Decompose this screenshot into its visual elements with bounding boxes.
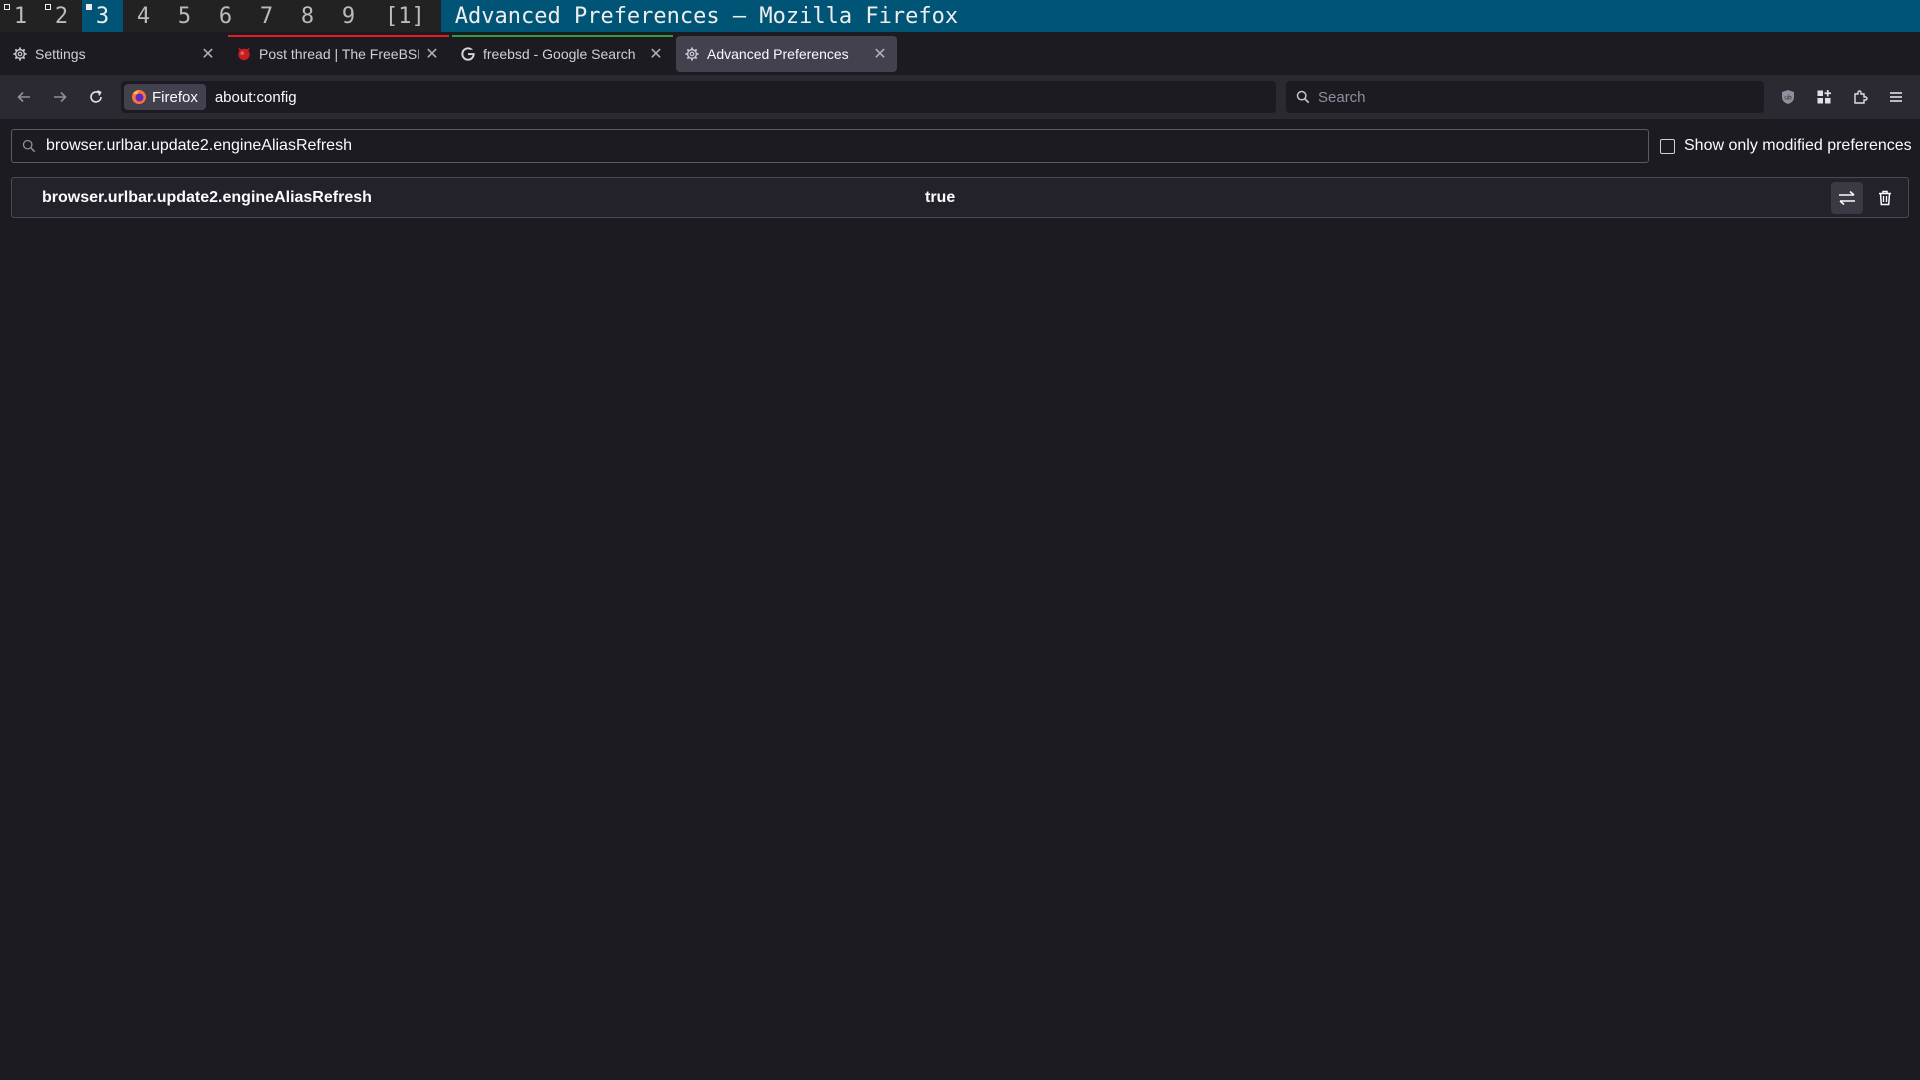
window-title: Advanced Preferences — Mozilla Firefox <box>454 3 959 29</box>
puzzle-icon <box>1854 90 1868 104</box>
forward-button[interactable] <box>42 81 78 113</box>
workspace-occupied-marker <box>4 4 10 10</box>
tab-google-search[interactable]: freebsd - Google Search ✕ <box>452 34 673 72</box>
workspace-7[interactable]: 7 <box>246 0 287 32</box>
tab-strip: Settings ✕ Post thread | The FreeBSD ✕ f… <box>0 32 1920 75</box>
workspace-label: 4 <box>136 3 151 29</box>
gear-icon <box>684 46 700 62</box>
url-bar[interactable]: Firefox about:config <box>121 81 1276 113</box>
trash-icon <box>1879 190 1891 206</box>
tab-advanced-preferences[interactable]: Advanced Preferences ✕ <box>676 35 897 72</box>
workspace-label: 9 <box>341 3 356 29</box>
workspace-4[interactable]: 4 <box>123 0 164 32</box>
show-modified-toggle[interactable]: Show only modified preferences <box>1660 137 1912 155</box>
show-modified-checkbox[interactable] <box>1660 138 1675 154</box>
close-icon[interactable]: ✕ <box>199 45 217 63</box>
close-icon[interactable]: ✕ <box>423 45 441 63</box>
preferences-table: browser.urlbar.update2.engineAliasRefres… <box>11 177 1909 218</box>
workspace-6[interactable]: 6 <box>205 0 246 32</box>
tab-label: Post thread | The FreeBSD <box>259 45 419 62</box>
arrow-right-icon <box>54 91 67 103</box>
tab-label: Advanced Preferences <box>707 45 849 62</box>
about-config-page: browser.urlbar.update2.engineAliasRefres… <box>0 119 1920 1080</box>
tab-settings[interactable]: Settings ✕ <box>4 36 225 72</box>
workspace-3[interactable]: 3 <box>82 0 123 32</box>
table-row[interactable]: browser.urlbar.update2.engineAliasRefres… <box>12 178 1908 217</box>
search-placeholder: Search <box>1318 88 1366 106</box>
workspace-2[interactable]: 2 <box>41 0 82 32</box>
back-button[interactable] <box>6 81 42 113</box>
workspace-8[interactable]: 8 <box>287 0 328 32</box>
tab-label: Settings <box>35 45 86 62</box>
toggle-button[interactable] <box>1831 182 1863 214</box>
url-text[interactable]: about:config <box>215 89 297 106</box>
tab-label: freebsd - Google Search <box>483 45 636 62</box>
firefox-icon <box>132 90 146 104</box>
app-menu-button[interactable] <box>1878 81 1914 113</box>
layout-indicator[interactable]: [1] <box>369 0 441 32</box>
tab-post-thread[interactable]: Post thread | The FreeBSD ✕ <box>228 34 449 72</box>
google-icon <box>460 46 476 62</box>
workspace-9[interactable]: 9 <box>328 0 369 32</box>
workspace-label: 7 <box>259 3 274 29</box>
tab-container-indicator <box>452 34 673 37</box>
reload-button[interactable] <box>78 81 114 113</box>
gear-icon <box>12 46 28 62</box>
arrow-left-icon <box>17 91 30 103</box>
workspace-occupied-marker <box>45 4 51 10</box>
workspace-label: 3 <box>95 3 110 29</box>
identity-box[interactable]: Firefox <box>124 84 206 110</box>
extensions-button[interactable] <box>1842 81 1878 113</box>
hamburger-menu-icon <box>1890 92 1902 102</box>
navigation-toolbar: Firefox about:config Search ub <box>0 75 1920 119</box>
freebsd-icon <box>236 46 252 62</box>
preference-search-input[interactable]: browser.urlbar.update2.engineAliasRefres… <box>11 129 1649 163</box>
grid-plus-icon <box>1817 90 1831 104</box>
show-modified-label: Show only modified preferences <box>1684 137 1912 154</box>
workspace-list: 1 2 3 4 5 6 7 8 9 <box>0 0 369 32</box>
workspace-label: 8 <box>300 3 315 29</box>
toggle-arrows-icon <box>1839 190 1855 206</box>
ublock-button[interactable]: ub <box>1770 81 1806 113</box>
identity-label: Firefox <box>152 88 198 106</box>
close-icon[interactable]: ✕ <box>871 45 889 63</box>
workspace-label: 6 <box>218 3 233 29</box>
tab-container-indicator <box>228 34 449 37</box>
workspace-5[interactable]: 5 <box>164 0 205 32</box>
extensions-grid-button[interactable] <box>1806 81 1842 113</box>
workspace-label: 1 <box>13 3 28 29</box>
search-bar[interactable]: Search <box>1286 81 1764 113</box>
reload-icon <box>90 90 102 103</box>
workspace-1[interactable]: 1 <box>0 0 41 32</box>
svg-text:ub: ub <box>1784 95 1792 102</box>
shield-icon: ub <box>1782 90 1794 104</box>
search-icon <box>1296 90 1310 104</box>
delete-button[interactable] <box>1869 182 1901 214</box>
close-icon[interactable]: ✕ <box>647 45 665 63</box>
wm-status-bar: 1 2 3 4 5 6 7 8 9 [1] Advanced Preferenc… <box>0 0 1920 32</box>
workspace-label: 2 <box>54 3 69 29</box>
toolbar-icons: ub <box>1770 81 1914 113</box>
preference-name: browser.urlbar.update2.engineAliasRefres… <box>42 188 372 206</box>
search-icon <box>22 139 36 153</box>
preference-search-value: browser.urlbar.update2.engineAliasRefres… <box>46 137 352 154</box>
preference-value[interactable]: true <box>925 189 955 207</box>
workspace-label: 5 <box>177 3 192 29</box>
workspace-focused-marker <box>86 4 92 10</box>
